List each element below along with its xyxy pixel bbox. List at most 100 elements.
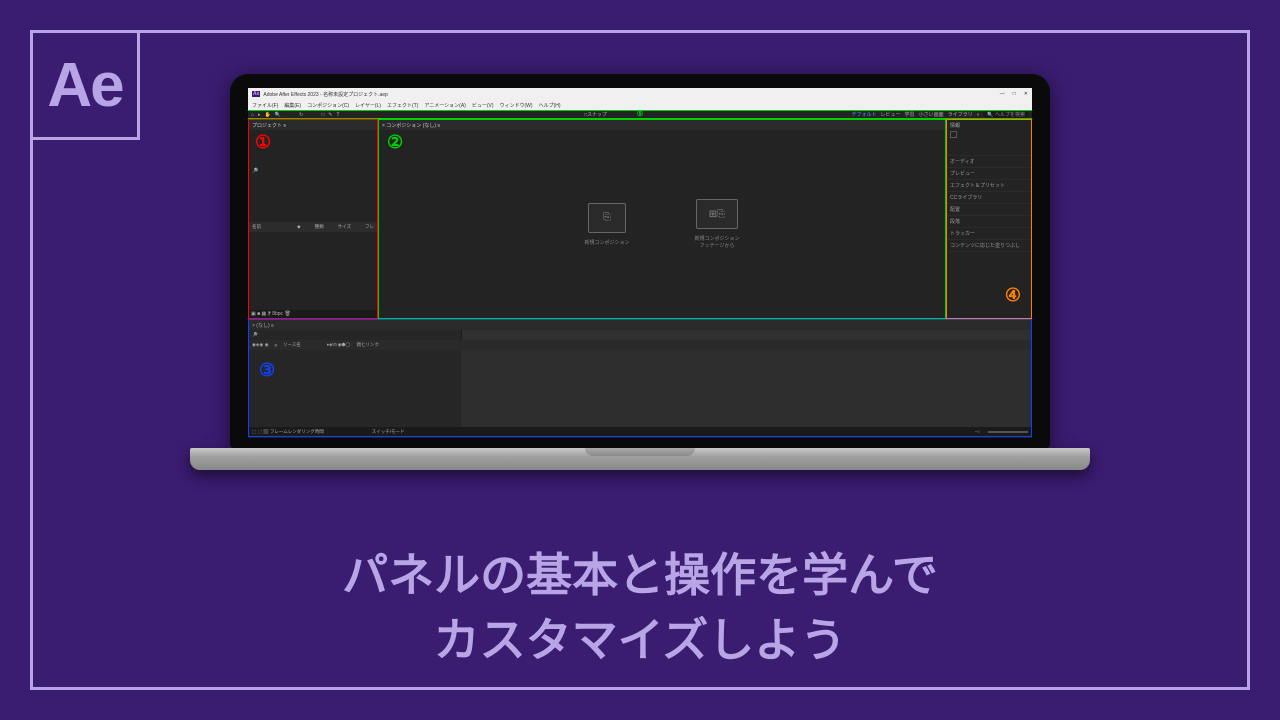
workspace-small[interactable]: 小さい画面 [919, 111, 944, 118]
callout-5: ⑤ [637, 110, 643, 118]
new-comp-footage-icon: ⊞⎘ [696, 199, 738, 229]
app-icon: Ae [252, 91, 260, 97]
menu-view[interactable]: ビュー(V) [472, 102, 494, 109]
new-comp-from-footage-button[interactable]: ⊞⎘ 新規コンポジション フッテージから [677, 199, 757, 249]
col-fr[interactable]: フレ [365, 224, 374, 230]
timeline-footer: ⬚ ⬚ ⬛ フレームレンダリング時間 スイッチ/モード −○ [249, 427, 1031, 436]
timeline-footer-left[interactable]: ⬚ ⬚ ⬛ フレームレンダリング時間 [252, 429, 324, 435]
workspace-default[interactable]: デフォルト [852, 111, 877, 118]
laptop-mockup: Ae Adobe After Effects 2023 - 名称未設定プロジェク… [230, 74, 1050, 470]
new-comp-icon: ⎘ [588, 203, 626, 233]
timeline-zoom-out-icon[interactable]: −○ [975, 429, 980, 434]
timeline-panel[interactable]: × (なし) ≡ 🔎 ◉◈◉ ◉ # ソース名 ♦◈\↻◉⬢◯ 親とリンク [248, 319, 1032, 437]
composition-panel[interactable]: × コンポジション (なし) ≡ ② ⎘ 新規コンポジション ⊞⎘ 新規コンポジ… [378, 119, 946, 319]
panel-align[interactable]: 配置 [947, 204, 1031, 216]
panel-paragraph[interactable]: 段落 [947, 216, 1031, 228]
right-side-panels: 情報 オーディオ プレビュー エフェクト＆プリセット CCライブラリ 配置 段落… [946, 119, 1032, 319]
side-panel-list: オーディオ プレビュー エフェクト＆プリセット CCライブラリ 配置 段落 トラ… [947, 156, 1031, 252]
panel-tracker[interactable]: トラッカー [947, 228, 1031, 240]
ae-logo-box: Ae [30, 30, 140, 140]
rotate-tool-icon[interactable]: ↻ [299, 112, 303, 118]
workspace-review[interactable]: レビュー [881, 111, 901, 118]
minimize-icon[interactable]: — [1000, 91, 1005, 97]
composition-panel-tab[interactable]: × コンポジション (なし) ≡ [379, 120, 945, 130]
project-panel[interactable]: プロジェクト ≡ ① 🔎 名前 ◆ 種類 サイズ フレ ▣ ■ ▦ ⁋ 8bpc… [248, 119, 378, 319]
home-icon[interactable]: ⌂ [251, 112, 254, 118]
menu-edit[interactable]: 編集(E) [284, 102, 301, 109]
help-search-input[interactable]: 🔍 ヘルプを検索 [983, 111, 1029, 118]
project-footer-icons[interactable]: ▣ ■ ▦ ⁋ 8bpc 🗑 [249, 310, 377, 318]
timeline-column-header: ◉◈◉ ◉ # ソース名 ♦◈\↻◉⬢◯ 親とリンク [249, 340, 1031, 350]
menu-window[interactable]: ウィンドウ(W) [500, 102, 533, 109]
laptop-base [190, 448, 1090, 470]
layer-switches-icons[interactable]: ◉◈◉ ◉ [252, 342, 269, 348]
hand-tool-icon[interactable]: ✋ [265, 112, 271, 118]
workspace-more-icon[interactable]: » [977, 112, 980, 118]
timeline-track-area[interactable] [461, 350, 1031, 427]
timeline-ruler[interactable] [461, 330, 1031, 340]
col-type-icon[interactable]: ◆ [297, 224, 300, 230]
col-switches[interactable]: ♦◈\↻◉⬢◯ [327, 342, 351, 348]
info-color-swatch [950, 131, 957, 138]
panel-preview[interactable]: プレビュー [947, 168, 1031, 180]
panel-audio[interactable]: オーディオ [947, 156, 1031, 168]
callout-1: ① [255, 132, 271, 153]
timeline-body: ③ [249, 350, 1031, 427]
callout-3: ③ [259, 360, 275, 381]
col-source[interactable]: ソース名 [283, 342, 301, 348]
menu-file[interactable]: ファイル(F) [252, 102, 278, 109]
panel-effects-presets[interactable]: エフェクト＆プリセット [947, 180, 1031, 192]
timeline-footer-mode[interactable]: スイッチ/モード [372, 429, 405, 435]
title-line-2: カスタマイズしよう [342, 608, 938, 672]
info-panel[interactable]: 情報 [947, 120, 1031, 156]
snap-checkbox[interactable]: □スナップ [584, 111, 607, 118]
panel-content-aware-fill[interactable]: コンテンツに応じた塗りつぶし [947, 240, 1031, 252]
info-panel-label: 情報 [950, 123, 960, 129]
col-parent[interactable]: 親とリンク [356, 342, 379, 348]
project-columns-header: 名前 ◆ 種類 サイズ フレ [249, 222, 377, 232]
menu-bar: ファイル(F) 編集(E) コンポジション(C) レイヤー(L) エフェクト(T… [248, 100, 1032, 110]
project-search-icon[interactable]: 🔎 [252, 168, 258, 174]
col-idx[interactable]: # [275, 343, 278, 348]
slide-title: パネルの基本と操作を学んで カスタマイズしよう [342, 543, 938, 672]
timeline-ruler-row: 🔎 [249, 330, 1031, 340]
new-composition-button[interactable]: ⎘ 新規コンポジション [567, 203, 647, 246]
window-titlebar[interactable]: Ae Adobe After Effects 2023 - 名称未設定プロジェク… [248, 88, 1032, 100]
timecode-search-icon[interactable]: 🔎 [252, 332, 258, 338]
type-tool-icon[interactable]: T [336, 112, 339, 118]
menu-help[interactable]: ヘルプ(H) [539, 102, 561, 109]
col-type[interactable]: 種類 [315, 224, 324, 230]
callout-4: ④ [1005, 285, 1021, 306]
menu-animation[interactable]: アニメーション(A) [424, 102, 465, 109]
title-line-1: パネルの基本と操作を学んで [342, 543, 938, 607]
callout-2: ② [387, 132, 403, 153]
menu-effect[interactable]: エフェクト(T) [387, 102, 418, 109]
zoom-tool-icon[interactable]: 🔍 [275, 112, 281, 118]
workspace-learn[interactable]: 学習 [905, 111, 915, 118]
close-icon[interactable]: ✕ [1024, 91, 1028, 97]
menu-layer[interactable]: レイヤー(L) [355, 102, 381, 109]
timeline-layer-list[interactable]: ③ [249, 350, 461, 427]
new-comp-label: 新規コンポジション [567, 239, 647, 246]
tools-toolbar: ⑤ ⌂ ▸ ✋ 🔍 ↻ □ ✎ T □スナップ デフォルト レビュー 学習 小さ… [248, 110, 1032, 119]
laptop-bezel: Ae Adobe After Effects 2023 - 名称未設定プロジェク… [230, 74, 1050, 448]
pen-tool-icon[interactable]: ✎ [328, 112, 332, 118]
ae-app-window: Ae Adobe After Effects 2023 - 名称未設定プロジェク… [248, 88, 1032, 438]
col-size[interactable]: サイズ [338, 224, 351, 230]
composition-viewer: ⎘ 新規コンポジション ⊞⎘ 新規コンポジション フッテージから [379, 130, 945, 318]
col-name[interactable]: 名前 [252, 224, 261, 230]
ae-logo-text: Ae [47, 50, 122, 121]
timeline-timecode-area[interactable]: 🔎 [249, 330, 461, 340]
workspace-library[interactable]: ライブラリ [948, 111, 973, 118]
new-comp-footage-label: 新規コンポジション フッテージから [677, 235, 757, 249]
timeline-zoom-slider[interactable] [988, 431, 1028, 433]
rect-tool-icon[interactable]: □ [321, 112, 324, 118]
menu-composition[interactable]: コンポジション(C) [307, 102, 349, 109]
panel-cc-library[interactable]: CCライブラリ [947, 192, 1031, 204]
timeline-panel-tab[interactable]: × (なし) ≡ [249, 320, 1031, 330]
selection-tool-icon[interactable]: ▸ [258, 112, 261, 118]
window-title: Adobe After Effects 2023 - 名称未設定プロジェクト.a… [263, 91, 387, 98]
project-panel-tab[interactable]: プロジェクト ≡ [249, 120, 377, 130]
maximize-icon[interactable]: □ [1013, 91, 1016, 97]
main-panels-row: プロジェクト ≡ ① 🔎 名前 ◆ 種類 サイズ フレ ▣ ■ ▦ ⁋ 8bpc… [248, 119, 1032, 319]
